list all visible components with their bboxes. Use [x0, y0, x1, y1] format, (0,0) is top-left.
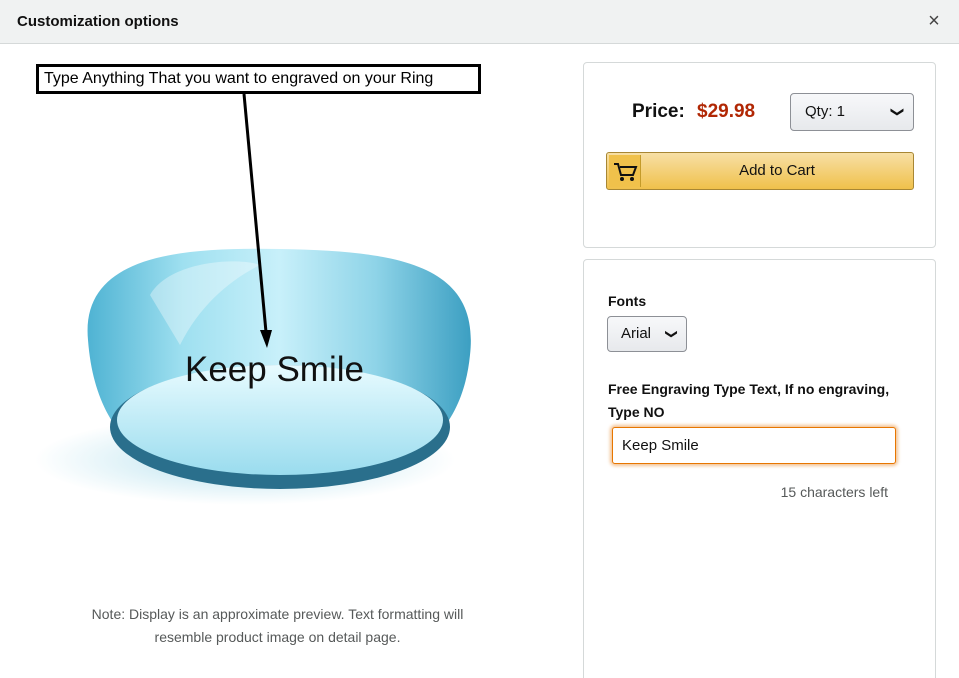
ring-preview: Type Anything That you want to engraved …: [0, 45, 560, 678]
purchase-panel: Price: $29.98 Qty: 1 ❯ Add to Cart: [583, 62, 936, 248]
price-value: $29.98: [697, 101, 756, 122]
preview-note-line1: Note: Display is an approximate preview.…: [91, 606, 464, 622]
quantity-select[interactable]: Qty: 1 ❯: [790, 93, 914, 131]
add-to-cart-label: Add to Cart: [739, 162, 815, 179]
price-label: Price:: [632, 101, 685, 122]
modal-title: Customization options: [17, 13, 179, 30]
chevron-down-icon: ❯: [890, 106, 906, 118]
engraving-label: Free Engraving Type Text, If no engravin…: [608, 381, 890, 420]
modal-header: Customization options ×: [0, 0, 959, 44]
fonts-label: Fonts: [608, 293, 647, 309]
quantity-value: Qty: 1: [805, 103, 846, 120]
add-to-cart-button[interactable]: Add to Cart: [606, 152, 914, 190]
chevron-down-icon: ❯: [664, 328, 679, 340]
engraving-text-input[interactable]: [612, 427, 896, 464]
preview-note: Note: Display is an approximate preview.…: [40, 603, 515, 649]
customization-panel: Fonts Arial ❯ Free Engraving Type Text, …: [583, 259, 936, 678]
close-icon[interactable]: ×: [923, 9, 945, 33]
callout-arrow: [242, 94, 272, 348]
engraving-preview-text: Keep Smile: [185, 350, 364, 389]
engraving-callout: Type Anything That you want to engraved …: [36, 64, 481, 94]
font-select[interactable]: Arial ❯: [607, 316, 687, 352]
characters-left: 15 characters left: [780, 484, 888, 500]
cart-icon: [609, 155, 641, 187]
font-selected-value: Arial: [621, 325, 652, 342]
preview-note-line2: resemble product image on detail page.: [154, 629, 401, 645]
